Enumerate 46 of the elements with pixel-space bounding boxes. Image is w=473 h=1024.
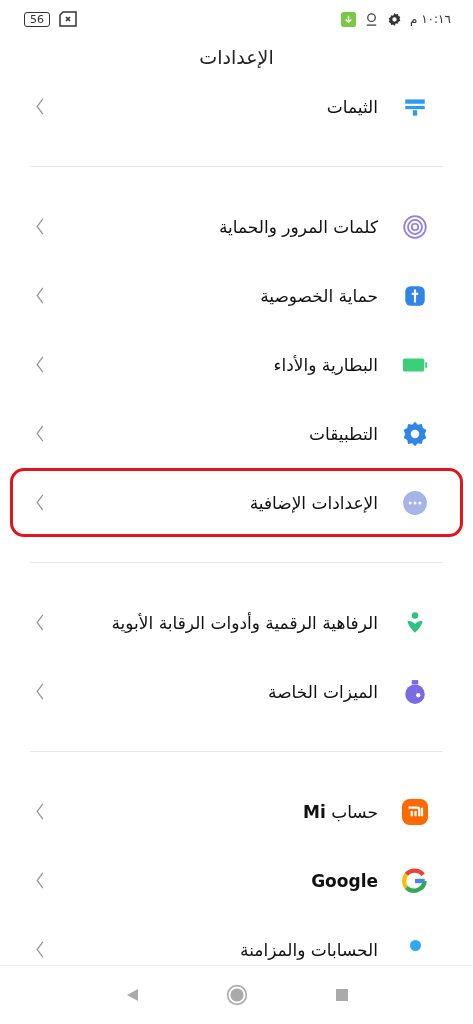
chevron-icon (35, 287, 45, 304)
home-button[interactable] (225, 984, 248, 1006)
item-label: كلمات المرور والحماية (218, 216, 378, 237)
settings-item[interactable]: الإعدادات الإضافية (10, 468, 463, 537)
chevron-icon (35, 614, 45, 631)
download-icon (340, 11, 356, 27)
settings-item[interactable]: كلمات المرور والحماية (10, 192, 463, 261)
flask-icon (402, 678, 428, 705)
status-time: ١٠:١٦ م (409, 12, 451, 26)
fingerprint-icon (402, 213, 428, 240)
chevron-icon (35, 98, 45, 115)
settings-item[interactable]: الحسابات والمزامنة (10, 915, 463, 965)
settings-item[interactable]: الثيمات (10, 72, 463, 141)
chevron-icon (35, 218, 45, 235)
chevron-icon (35, 425, 45, 442)
settings-item[interactable]: البطارية والأداء (10, 330, 463, 399)
settings-item[interactable]: Google (10, 846, 463, 915)
accounts-icon (409, 940, 421, 951)
item-label: التطبيقات (307, 423, 378, 444)
more-icon (402, 489, 428, 516)
item-label: الإعدادات الإضافية (248, 492, 378, 513)
settings-item[interactable]: التطبيقات (10, 399, 463, 468)
no-sim-icon (58, 11, 78, 27)
mi-logo-icon (402, 798, 428, 825)
chevron-icon (35, 494, 45, 511)
item-label: Google (310, 870, 378, 891)
item-label: الثيمات (325, 96, 378, 117)
settings-item[interactable]: الرفاهية الرقمية وأدوات الرقابة الأبوية (10, 588, 463, 657)
chevron-icon (35, 872, 45, 889)
recents-button[interactable] (333, 987, 350, 1003)
battery-indicator: 56 (24, 11, 50, 27)
item-label: البطارية والأداء (272, 354, 378, 375)
google-logo-icon (402, 867, 428, 894)
chevron-icon (35, 803, 45, 820)
item-label: الرفاهية الرقمية وأدوات الرقابة الأبوية (110, 612, 378, 633)
gear-icon (386, 11, 402, 27)
item-label: حماية الخصوصية (259, 285, 378, 306)
page-title: الإعدادات (198, 45, 275, 70)
item-label: الميزات الخاصة (267, 681, 378, 702)
item-label: الحسابات والمزامنة (239, 939, 378, 960)
chevron-icon (35, 683, 45, 700)
settings-item[interactable]: الميزات الخاصة (10, 657, 463, 726)
settings-item[interactable]: حماية الخصوصية (10, 261, 463, 330)
gear-icon (402, 420, 428, 447)
chevron-icon (35, 356, 45, 373)
chevron-icon (35, 941, 45, 958)
